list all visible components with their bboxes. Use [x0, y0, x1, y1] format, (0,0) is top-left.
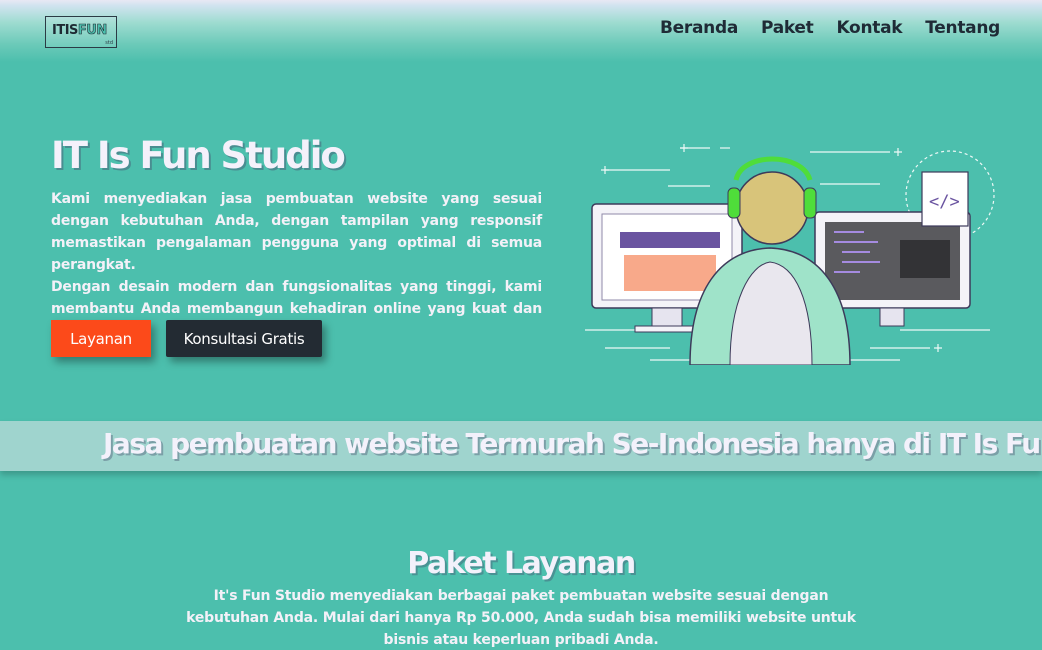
page: ITISFUN std Beranda Paket Kontak Tentang…: [0, 0, 1042, 650]
nav-link-tentang[interactable]: Tentang: [925, 18, 1000, 38]
nav-link-kontak[interactable]: Kontak: [836, 18, 902, 38]
paket-layanan-title: Paket Layanan: [407, 546, 636, 581]
hero-title: IT Is Fun Studio: [51, 134, 346, 177]
logo-fun: FUN: [77, 23, 108, 39]
code-tag: </>: [929, 192, 960, 212]
logo-text: ITISFUN: [52, 23, 108, 39]
site-logo[interactable]: ITISFUN std: [45, 16, 117, 48]
logo-itis: ITIS: [52, 23, 78, 38]
code-document: </>: [921, 171, 969, 227]
promo-marquee: Jasa pembuatan website Termurah Se-Indon…: [0, 421, 1042, 471]
site-header: ITISFUN std Beranda Paket Kontak Tentang: [0, 0, 1042, 62]
nav-link-paket[interactable]: Paket: [761, 18, 814, 38]
main-nav: Beranda Paket Kontak Tentang: [660, 18, 1000, 38]
marquee-text: Jasa pembuatan website Termurah Se-Indon…: [103, 427, 1042, 460]
logo-sub: std: [105, 40, 113, 46]
hero-description: Kami menyediakan jasa pembuatan website …: [51, 188, 542, 342]
paket-layanan-description: It's Fun Studio menyediakan berbagai pak…: [186, 588, 856, 648]
hero-paragraph-1: Kami menyediakan jasa pembuatan website …: [51, 191, 542, 273]
developer-illustration: </>: [585, 144, 995, 365]
konsultasi-gratis-button[interactable]: Konsultasi Gratis: [166, 320, 322, 357]
layanan-button[interactable]: Layanan: [51, 320, 151, 357]
nav-link-beranda[interactable]: Beranda: [660, 18, 738, 38]
